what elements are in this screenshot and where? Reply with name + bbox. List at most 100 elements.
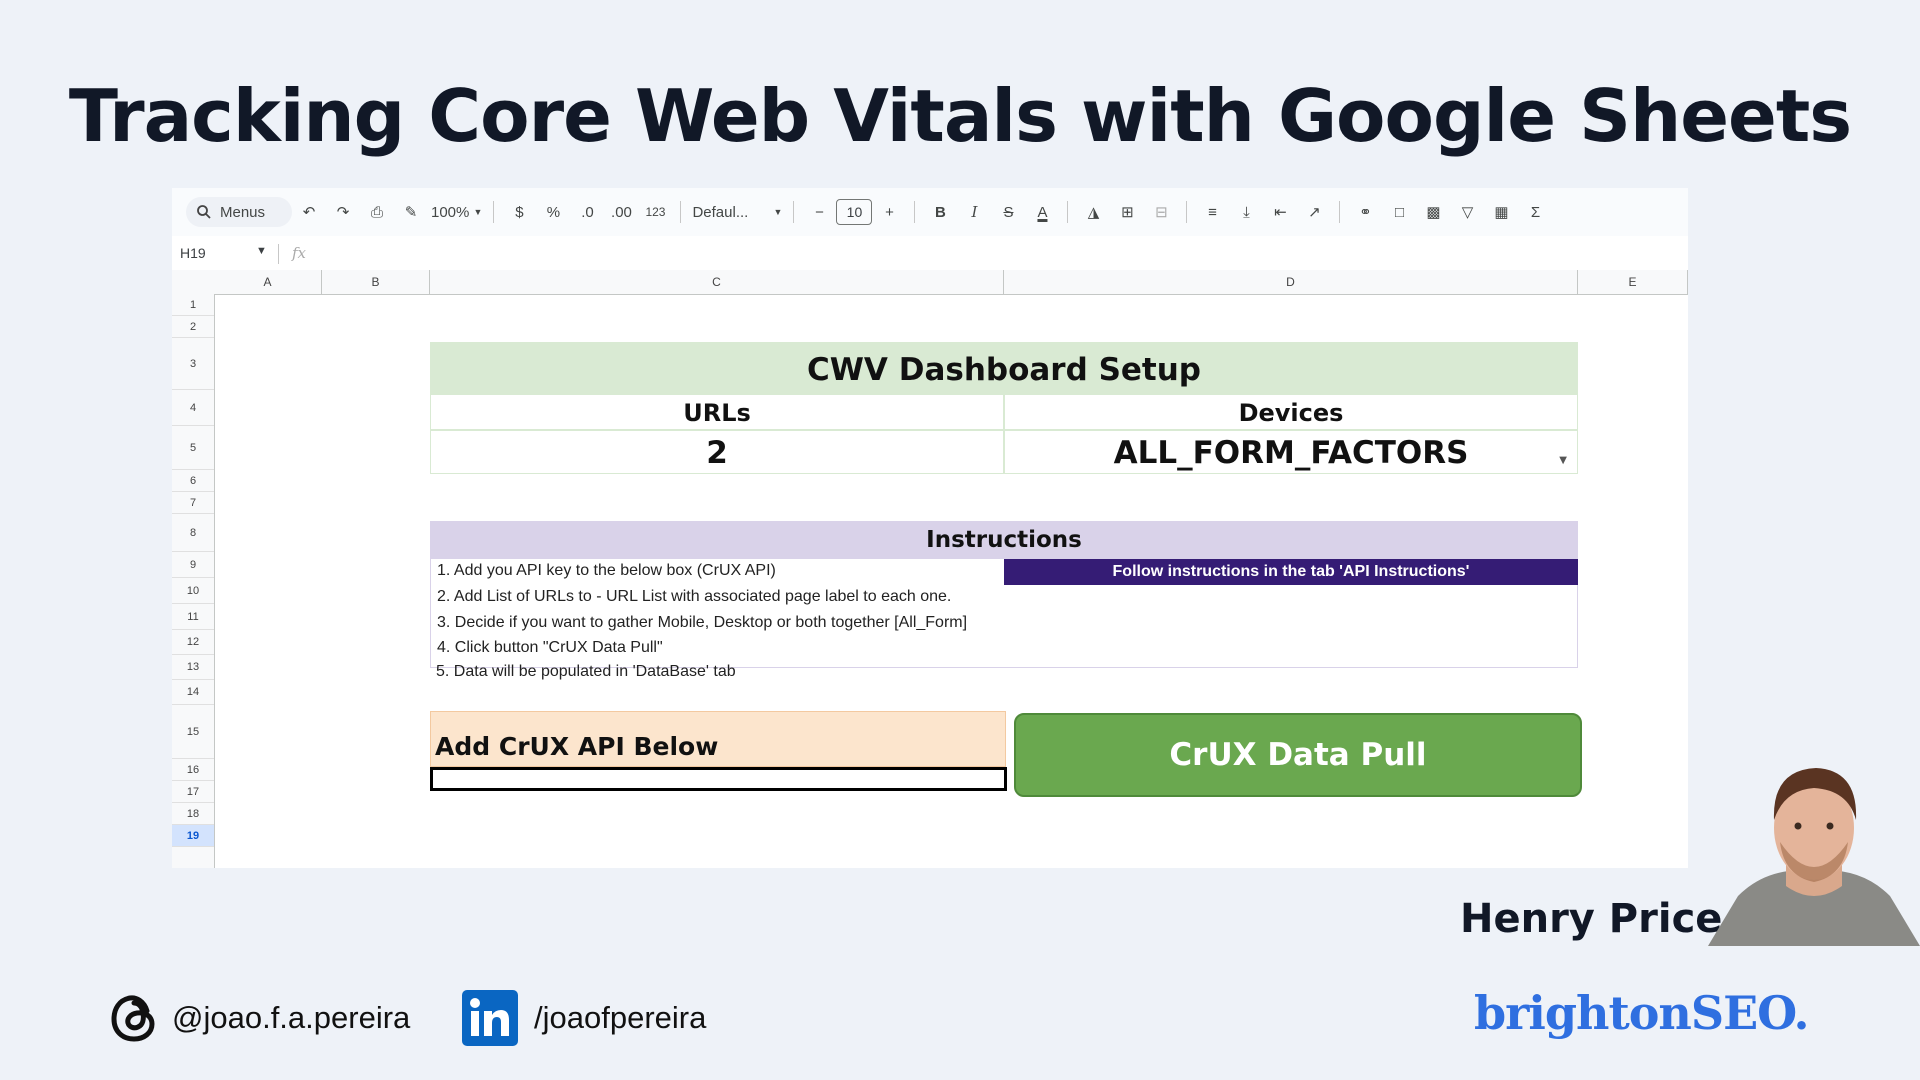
column-header-b[interactable]: B [322,270,430,294]
threads-icon [111,995,155,1042]
print-icon[interactable]: ⎙ [363,198,391,226]
paint-format-icon[interactable]: ✎ [397,198,425,226]
toolbar-divider [680,201,682,223]
text-color-icon[interactable]: A [1028,198,1056,226]
linkedin-handle[interactable]: /joaofpereira [534,1000,706,1036]
api-key-input[interactable] [430,767,1007,791]
minus-icon[interactable]: − [805,198,833,226]
devices-value: ALL_FORM_FACTORS [1113,435,1469,471]
row-header[interactable]: 10 [172,578,214,604]
slide-title: Tracking Core Web Vitals with Google She… [68,74,1852,158]
row-headers: 1 2 3 4 5 6 7 8 9 10 11 12 13 14 15 16 1… [172,294,215,868]
redo-icon[interactable]: ↷ [329,198,357,226]
linkedin-handle-group: /joaofpereira [462,990,706,1046]
undo-icon[interactable]: ↶ [295,198,323,226]
link-icon[interactable]: ⚭ [1351,198,1379,226]
row-header[interactable]: 5 [172,426,214,470]
vertical-align-icon[interactable]: ⤓ [1232,198,1260,226]
currency-button[interactable]: $ [505,198,533,226]
devices-label: Devices [1004,394,1578,430]
toolbar-divider [1067,201,1069,223]
urls-label: URLs [430,394,1004,430]
api-label-cell: Add CrUX API Below [430,711,1006,767]
row-header[interactable]: 13 [172,655,214,680]
text-wrap-icon[interactable]: ⇤ [1266,198,1294,226]
comment-icon[interactable]: □ [1385,198,1413,226]
instruction-line: 2. Add List of URLs to - URL List with a… [437,588,952,605]
merge-cells-icon[interactable]: ⊟ [1147,198,1175,226]
toolbar-divider [793,201,795,223]
column-headers: A B C D E [172,270,1688,295]
row-header[interactable]: 7 [172,492,214,514]
instruction-line: 1. Add you API key to the below box (CrU… [437,562,776,579]
column-header-a[interactable]: A [214,270,322,294]
instruction-line: 4. Click button "CrUX Data Pull" [437,639,663,656]
speaker-photo [1708,768,1920,946]
api-label: Add CrUX API Below [435,732,719,761]
column-header-e[interactable]: E [1578,270,1688,294]
font-size-input[interactable]: 10 [836,199,873,225]
filter-icon[interactable]: ▽ [1453,198,1481,226]
toolbar-divider [493,201,495,223]
row-header[interactable]: 18 [172,803,214,825]
row-header-selected[interactable]: 19 [172,825,214,847]
instructions-title: Instructions [430,521,1578,558]
plus-icon[interactable]: + [875,198,903,226]
toolbar-divider [914,201,916,223]
row-header[interactable]: 11 [172,604,214,630]
decrease-decimal-button[interactable]: .0 [573,198,601,226]
row-header[interactable]: 14 [172,680,214,705]
strikethrough-icon[interactable]: S [994,198,1022,226]
chevron-down-icon: ▼ [773,207,783,217]
filter-views-icon[interactable]: ▦ [1487,198,1515,226]
speaker-name: Henry Price [1460,896,1723,942]
chevron-down-icon: ▼ [473,207,483,217]
italic-button[interactable]: I [960,198,988,226]
row-header[interactable]: 3 [172,338,214,390]
brighton-seo-logo: brightonSEO. [1474,986,1810,1040]
formula-bar: H19 ▼ fx [172,236,1688,271]
column-header-c[interactable]: C [430,270,1004,294]
crux-data-pull-button[interactable]: CrUX Data Pull [1014,713,1582,797]
chevron-down-icon[interactable]: ▼ [1559,455,1567,466]
row-header[interactable]: 17 [172,781,214,803]
percent-button[interactable]: % [539,198,567,226]
font-select[interactable]: Defaul... ▼ [692,198,782,226]
increase-decimal-button[interactable]: .00 [607,198,635,226]
bold-button[interactable]: B [926,198,954,226]
zoom-value: 100% [431,203,470,221]
urls-value-cell[interactable]: 2 [430,430,1004,474]
number-format-button[interactable]: 123 [641,198,669,226]
chart-icon[interactable]: ▩ [1419,198,1447,226]
toolbar-divider [1186,201,1188,223]
row-header[interactable]: 16 [172,759,214,781]
toolbar-divider [1339,201,1341,223]
spreadsheet-screenshot: Menus ↶ ↷ ⎙ ✎ 100% ▼ $ % .0 .00 123 Defa… [172,188,1688,868]
threads-handle-group: @joao.f.a.pereira [110,990,410,1046]
fill-color-icon[interactable]: ◮ [1079,198,1107,226]
row-header[interactable]: 12 [172,630,214,655]
row-header[interactable]: 15 [172,705,214,759]
row-header[interactable]: 8 [172,514,214,552]
chevron-down-icon[interactable]: ▼ [256,245,267,257]
row-header[interactable]: 4 [172,390,214,426]
menus-search[interactable]: Menus [186,197,292,227]
row-header[interactable]: 9 [172,552,214,578]
row-header[interactable]: 6 [172,470,214,492]
row-header[interactable]: 1 [172,294,214,316]
threads-handle[interactable]: @joao.f.a.pereira [172,1000,410,1036]
functions-icon[interactable]: Σ [1521,198,1549,226]
row-header[interactable]: 2 [172,316,214,338]
devices-dropdown[interactable]: ALL_FORM_FACTORS ▼ [1004,430,1578,474]
name-box[interactable]: H19 [180,245,206,261]
text-rotate-icon[interactable]: ↗ [1300,198,1328,226]
zoom-select[interactable]: 100% ▼ [431,198,482,226]
column-header-d[interactable]: D [1004,270,1578,294]
sheets-toolbar: Menus ↶ ↷ ⎙ ✎ 100% ▼ $ % .0 .00 123 Defa… [172,188,1688,236]
borders-icon[interactable]: ⊞ [1113,198,1141,226]
search-icon [197,205,211,219]
menus-label: Menus [220,203,266,221]
instruction-line: 3. Decide if you want to gather Mobile, … [437,614,968,631]
font-value: Defaul... [692,203,749,221]
align-icon[interactable]: ≡ [1198,198,1226,226]
